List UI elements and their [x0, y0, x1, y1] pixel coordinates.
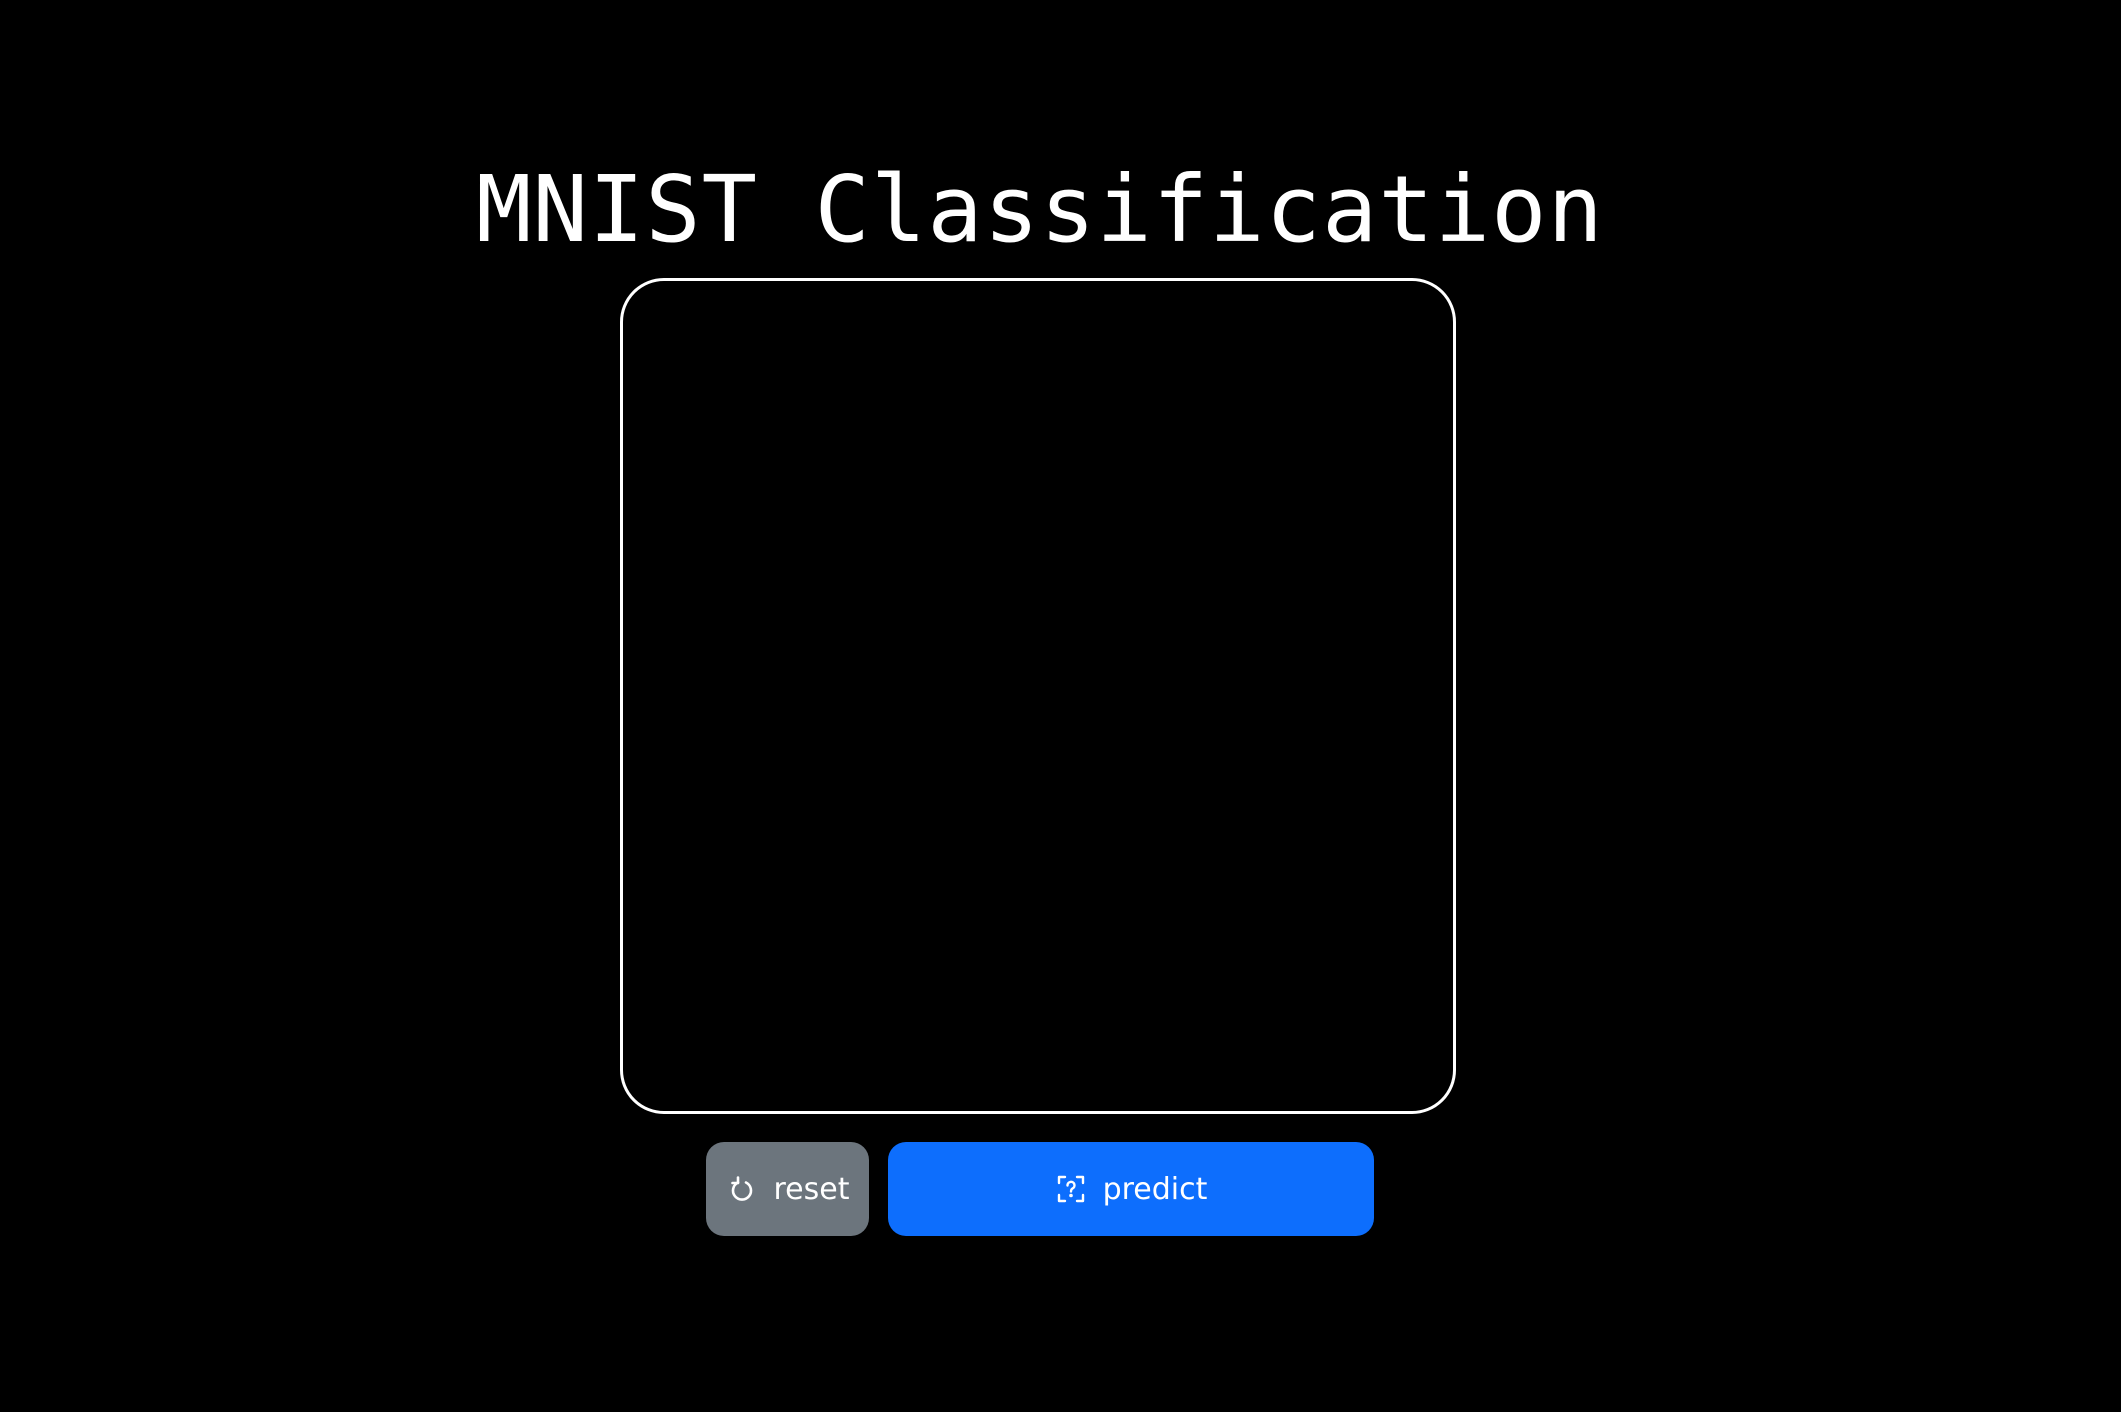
predict-button[interactable]: predict — [888, 1142, 1374, 1236]
reset-button[interactable]: reset — [706, 1142, 869, 1236]
predict-button-label: predict — [1102, 1171, 1208, 1207]
page-title: MNIST Classification — [476, 156, 1604, 263]
app-page: MNIST Classification reset predict — [0, 0, 2121, 1412]
drawing-canvas[interactable] — [620, 278, 1456, 1114]
reset-button-label: reset — [773, 1171, 850, 1207]
reset-icon — [726, 1173, 758, 1205]
scan-question-icon — [1055, 1173, 1087, 1205]
